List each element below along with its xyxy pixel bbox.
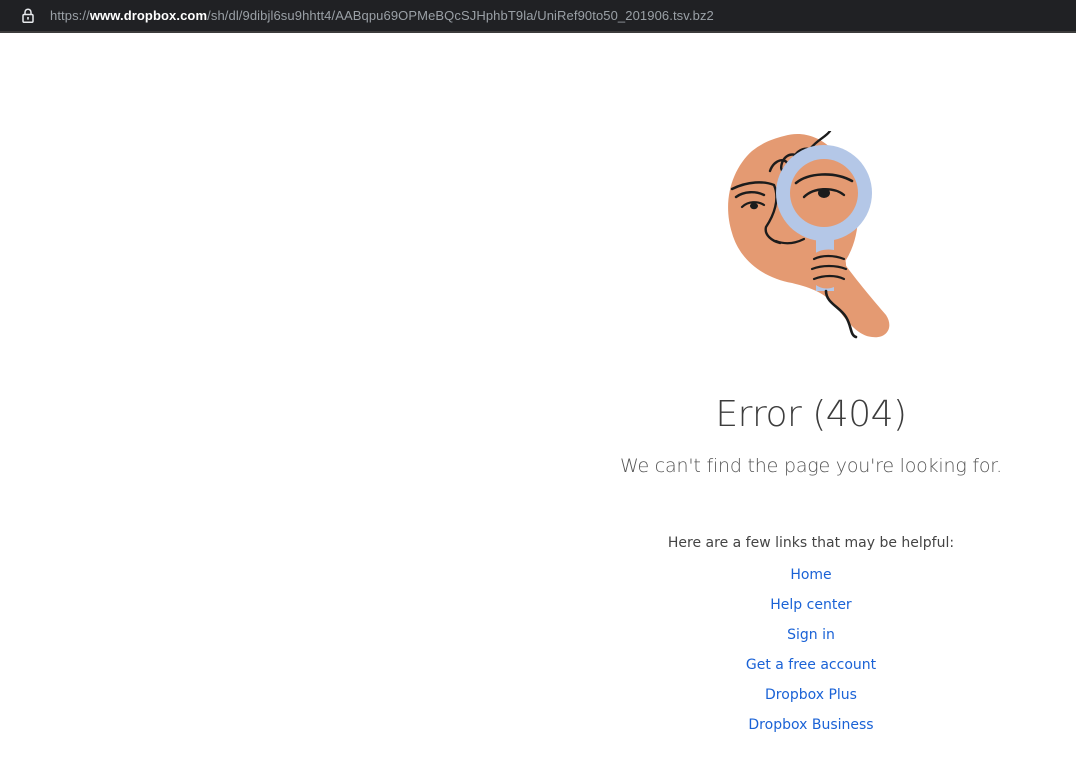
link-item: Get a free account: [560, 655, 1062, 685]
url-scheme: https://: [50, 8, 90, 23]
url-text[interactable]: https://www.dropbox.com/sh/dl/9dibjl6su9…: [50, 0, 714, 31]
home-link[interactable]: Home: [790, 567, 831, 583]
link-item: Dropbox Plus: [560, 685, 1062, 715]
help-center-link[interactable]: Help center: [770, 597, 851, 613]
magnifying-glass-face-illustration: [728, 131, 890, 339]
lock-icon[interactable]: [22, 8, 34, 23]
left-pupil: [750, 202, 758, 210]
dropbox-plus-link[interactable]: Dropbox Plus: [765, 687, 857, 703]
sign-in-link[interactable]: Sign in: [787, 627, 835, 643]
link-item: Sign in: [560, 625, 1062, 655]
free-account-link[interactable]: Get a free account: [746, 657, 876, 673]
helpful-links-list: Home Help center Sign in Get a free acco…: [560, 565, 1062, 745]
url-path: /sh/dl/9dibjl6su9hhtt4/AABqpu69OPMeBQcSJ…: [207, 8, 714, 23]
helpful-links-intro: Here are a few links that may be helpful…: [667, 535, 955, 551]
link-item: Help center: [560, 595, 1062, 625]
dropbox-business-link[interactable]: Dropbox Business: [748, 717, 873, 733]
error-subtitle: We can't find the page you're looking fo…: [620, 455, 1002, 477]
address-bar[interactable]: https://www.dropbox.com/sh/dl/9dibjl6su9…: [0, 0, 1076, 33]
error-page: Error (404) We can't find the page you'r…: [0, 35, 1076, 764]
magnified-pupil: [818, 188, 830, 198]
error-title: Error (404): [715, 394, 907, 435]
link-item: Home: [560, 565, 1062, 595]
link-item: Dropbox Business: [560, 715, 1062, 745]
url-host: www.dropbox.com: [89, 8, 208, 23]
